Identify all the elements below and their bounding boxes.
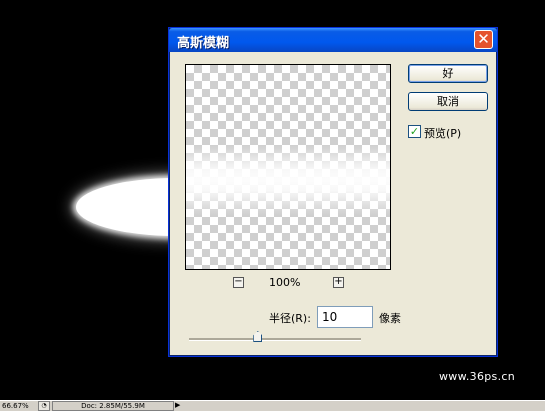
radius-label: 半径(R): (269, 312, 311, 325)
radius-input[interactable] (317, 306, 373, 328)
dialog-title: 高斯模糊 (177, 36, 230, 51)
preview-checkbox-label[interactable]: 预览(P) (424, 125, 461, 141)
preview-checkbox[interactable]: ✓ (408, 125, 421, 138)
radius-slider-thumb[interactable] (253, 331, 263, 342)
radius-slider-track[interactable] (189, 338, 361, 341)
watermark: www.36ps.cn (438, 370, 515, 383)
canvas: www.36ps.cn 高斯模糊 ✕ − 100% + 好 取消 ✓ 预览(P)… (0, 0, 545, 400)
preview-blur-band (186, 145, 390, 215)
checkmark-icon: ✓ (409, 125, 420, 138)
status-bar: 66.67% ◔ Doc: 2.85M/55.9M ▶ (0, 400, 545, 411)
zoom-in-button[interactable]: + (333, 277, 344, 288)
ok-button[interactable]: 好 (408, 64, 488, 83)
radius-unit-label: 像素 (379, 312, 401, 325)
close-button[interactable]: ✕ (474, 30, 493, 49)
status-menu-arrow-icon[interactable]: ▶ (175, 401, 180, 409)
cancel-button[interactable]: 取消 (408, 92, 488, 111)
zoom-percentage[interactable]: 66.67% (2, 402, 29, 410)
close-icon: ✕ (477, 30, 490, 48)
zoom-out-icon: − (234, 276, 243, 287)
zoom-out-button[interactable]: − (233, 277, 244, 288)
zoom-level: 100% (269, 276, 301, 289)
preview-pane[interactable] (185, 64, 391, 270)
zoom-in-icon: + (334, 276, 343, 287)
dialog-titlebar[interactable]: 高斯模糊 ✕ (169, 28, 497, 52)
gaussian-blur-dialog: 高斯模糊 ✕ − 100% + 好 取消 ✓ 预览(P) 半径(R): 像素 (168, 27, 498, 357)
